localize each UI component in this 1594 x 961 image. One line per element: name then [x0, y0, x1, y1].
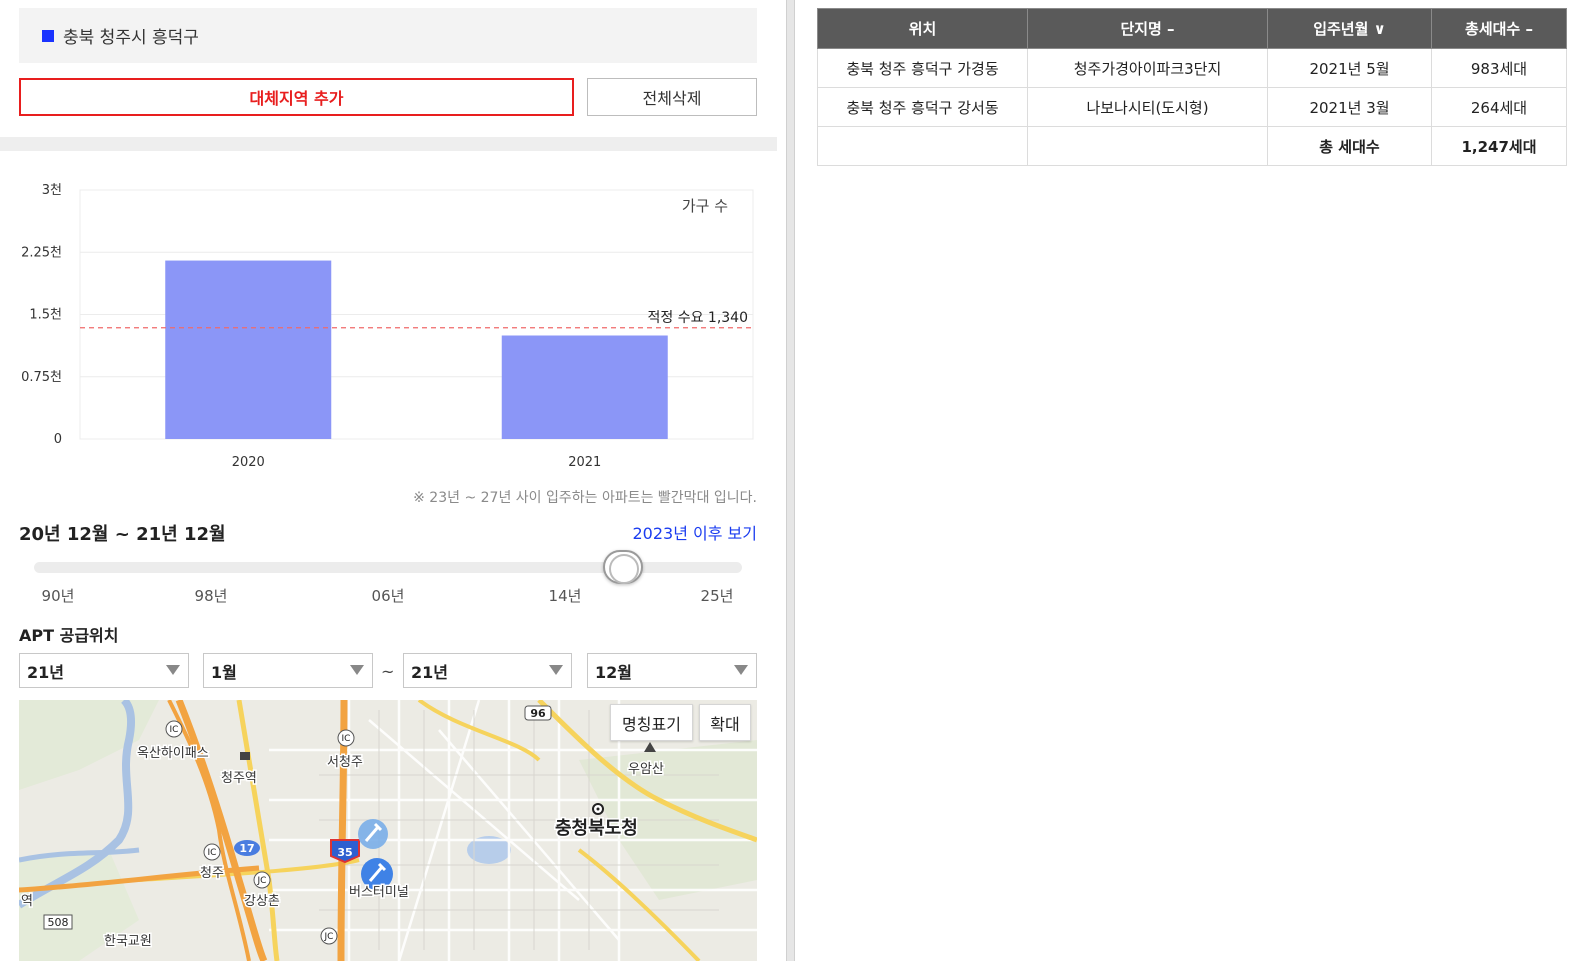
y-tick-label: 0.75천 [21, 370, 62, 385]
total-label: 총 세대수 [1267, 126, 1432, 166]
y-tick-label: 2.25천 [21, 245, 62, 260]
add-alternative-region-button[interactable]: 대체지역 추가 [19, 78, 574, 116]
selected-region[interactable]: 충북 청주시 흥덕구 [19, 8, 757, 63]
section-divider [0, 137, 777, 151]
map-zoom-button[interactable]: 확대 [699, 704, 751, 741]
route-shield-17: 17 [234, 840, 260, 856]
chart-note: ※ 23년 ~ 27년 사이 입주하는 아파트는 빨간막대 입니다. [413, 490, 757, 506]
dropdown-arrow-icon [549, 665, 563, 675]
range-separator: ~ [381, 662, 395, 681]
apt-section-title: APT 공급위치 [19, 626, 119, 645]
region-color-marker [42, 29, 54, 42]
slider-tick-label: 06년 [371, 587, 405, 605]
dropdown-arrow-icon [166, 665, 180, 675]
from-year-select[interactable]: 21년 [19, 653, 189, 688]
map-label: 옥산하이패스 [137, 746, 209, 761]
cell-move-in: 2021년 3월 [1267, 87, 1432, 127]
apt-supply-table: 위치 단지명 – 입주년월 ∨ 총세대수 – 충북 청주 흥덕구 가경동 청주가… [817, 8, 1567, 166]
route-shield-96: 96 [524, 705, 552, 721]
column-header-location[interactable]: 위치 [817, 8, 1028, 49]
svg-text:JC: JC [324, 932, 334, 942]
total-value: 1,247세대 [1431, 126, 1567, 166]
to-year-select[interactable]: 21년 [403, 653, 572, 688]
table-total-row: 총 세대수 1,247세대 [817, 126, 1567, 166]
svg-text:508: 508 [48, 916, 69, 929]
map-label: 한국교원 [104, 934, 152, 949]
route-shield-508: 508 [43, 914, 73, 930]
after-2023-link[interactable]: 2023년 이후 보기 [600, 520, 758, 544]
y-tick-label: 0 [54, 432, 62, 447]
map-names-toggle-button[interactable]: 명칭표기 [610, 704, 693, 741]
table-row[interactable]: 충북 청주 흥덕구 강서동 나보나시티(도시형) 2021년 3월 264세대 [817, 87, 1567, 127]
cell-complex: 청주가경아이파크3단지 [1027, 48, 1268, 88]
region-label: 충북 청주시 흥덕구 [63, 28, 199, 48]
x-tick-label: 2020 [232, 455, 265, 470]
y-tick-label: 1.5천 [29, 308, 62, 323]
svg-text:35: 35 [337, 846, 352, 859]
slider-tick-label: 90년 [41, 587, 75, 605]
cell-complex: 나보나시티(도시형) [1027, 87, 1268, 127]
reference-line-label: 적정 수요 1,340 [648, 310, 749, 326]
delete-all-button[interactable]: 전체삭제 [587, 78, 757, 116]
supply-bar-chart: 적정 수요 1,340 0 0.75천 1.5천 2.25천 3천 2020 2021 가구 … [21, 183, 754, 470]
cell-location: 충북 청주 흥덕구 강서동 [817, 87, 1028, 127]
map-label: 역 [21, 894, 33, 909]
cell-empty [817, 126, 1028, 166]
from-month-select[interactable]: 1월 [203, 653, 373, 688]
bar-2021[interactable] [501, 335, 668, 439]
cell-move-in: 2021년 5월 [1267, 48, 1432, 88]
from-year-value: 21년 [27, 662, 64, 682]
map-label: 강상촌 [244, 894, 280, 909]
slider-tick-label: 14년 [548, 587, 582, 605]
x-tick-label: 2021 [568, 455, 601, 470]
slider-tick-label: 25년 [700, 587, 734, 605]
cell-households: 983세대 [1431, 48, 1567, 88]
panel-splitter[interactable] [786, 0, 795, 961]
map-label: 우암산 [628, 762, 664, 777]
bar-2020[interactable] [165, 260, 332, 439]
period-label: 20년 12월 ~ 21년 12월 [19, 524, 226, 545]
y-tick-label: 3천 [42, 183, 62, 198]
slider-tick-label: 98년 [194, 587, 228, 605]
left-panel: 충북 청주시 흥덕구 대체지역 추가 전체삭제 적정 수요 1,340 0 0.7… [0, 0, 784, 961]
cell-empty [1027, 126, 1268, 166]
column-header-move-in[interactable]: 입주년월 ∨ [1267, 8, 1432, 49]
svg-text:IC: IC [342, 734, 351, 744]
map-label: 충청북도청 [555, 818, 638, 839]
table-row[interactable]: 충북 청주 흥덕구 가경동 청주가경아이파크3단지 2021년 5월 983세대 [817, 48, 1567, 88]
to-year-value: 21년 [411, 662, 448, 682]
map-label: 청주역 [221, 771, 257, 786]
svg-text:17: 17 [239, 842, 254, 855]
legend-label: 가구 수 [682, 197, 728, 215]
svg-text:IC: IC [170, 725, 179, 735]
to-month-value: 12월 [595, 662, 632, 682]
column-header-households[interactable]: 총세대수 – [1431, 8, 1567, 49]
map-label: 청주 [200, 866, 224, 881]
to-month-select[interactable]: 12월 [587, 653, 757, 688]
svg-text:JC: JC [257, 876, 267, 886]
from-month-value: 1월 [211, 662, 237, 682]
cell-households: 264세대 [1431, 87, 1567, 127]
map-label: 버스터미널 [349, 885, 409, 900]
svg-text:96: 96 [530, 707, 546, 720]
dropdown-arrow-icon [350, 665, 364, 675]
map-label: 서청주 [327, 755, 363, 770]
apt-marker-icon [358, 819, 388, 849]
route-shield-35: 35 [330, 839, 360, 864]
cell-location: 충북 청주 흥덕구 가경동 [817, 48, 1028, 88]
svg-text:IC: IC [208, 848, 217, 858]
column-header-complex[interactable]: 단지명 – [1027, 8, 1268, 49]
dropdown-arrow-icon [734, 665, 748, 675]
year-slider-handle[interactable] [603, 550, 643, 584]
table-header-row: 위치 단지명 – 입주년월 ∨ 총세대수 – [817, 8, 1567, 49]
